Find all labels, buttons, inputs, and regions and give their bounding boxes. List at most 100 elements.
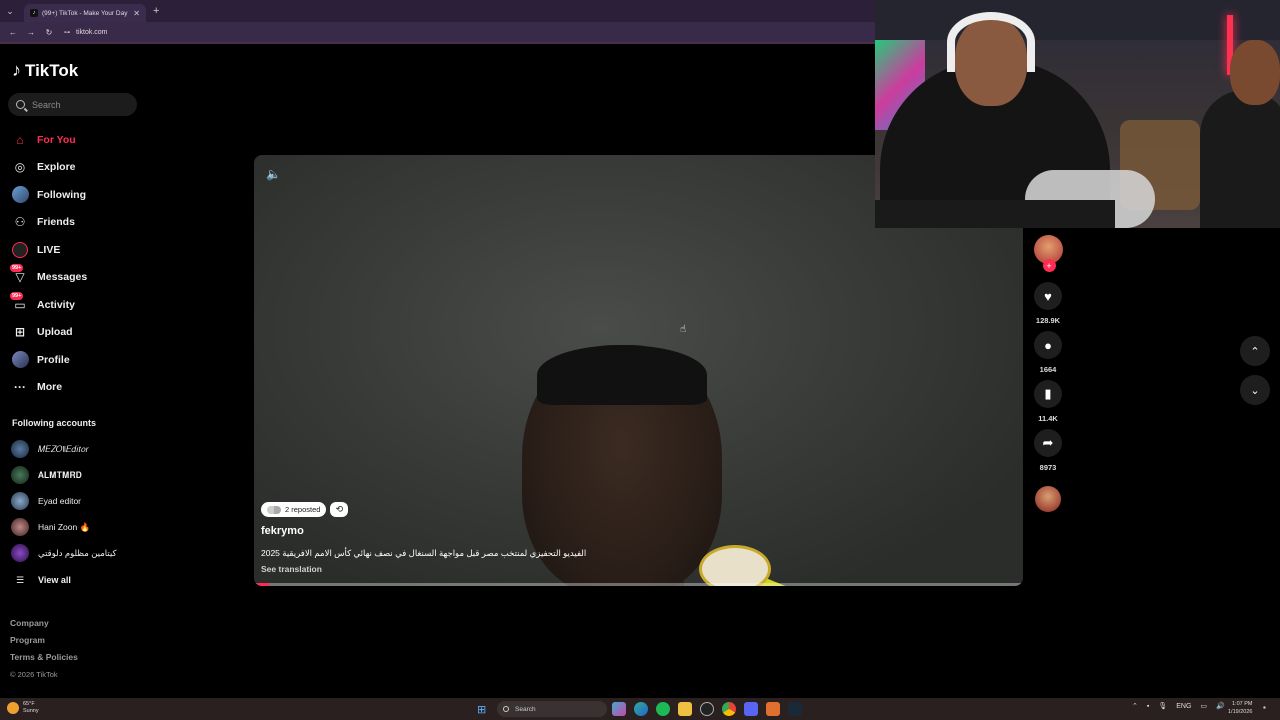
weather-widget[interactable]: 65°F Sunny	[7, 701, 39, 715]
reload-icon[interactable]: ↻	[40, 28, 58, 37]
reposted-badge[interactable]: 2 reposted	[261, 502, 327, 517]
footer-link-company[interactable]: Company	[10, 615, 78, 632]
sidebar-item-friends[interactable]: ⚇ Friends	[10, 209, 130, 237]
chevron-down-icon: ⌄	[1250, 384, 1260, 397]
list-item[interactable]: 𝑀𝐸𝑍𝑂‖𝐸𝑑𝑖𝑡𝑜𝑟	[11, 436, 117, 462]
messages-badge: 99+	[10, 264, 24, 273]
hand-cursor-icon: ☝	[680, 324, 687, 335]
speaker-icon[interactable]: 🔊	[1216, 702, 1225, 710]
save-button[interactable]: ▮	[1034, 380, 1062, 408]
sidebar-item-label: For You	[37, 133, 76, 146]
music-disc[interactable]	[1035, 486, 1061, 512]
comment-count: 1664	[1039, 365, 1057, 374]
search-input[interactable]: Search	[8, 93, 137, 116]
creator-avatar[interactable]: +	[1033, 235, 1063, 272]
app-icon[interactable]	[766, 702, 780, 716]
list-item[interactable]: 𝐀𝐋𝐌𝐓𝐌𝐑𝐃	[11, 462, 117, 488]
tiktok-favicon-icon: ♪	[30, 9, 38, 17]
sidebar-item-following[interactable]: Following	[10, 181, 130, 209]
close-tab-icon[interactable]: ✕	[133, 9, 140, 18]
see-translation-button[interactable]: See translation	[261, 564, 322, 574]
sidebar-item-for-you[interactable]: ⌂ For You	[10, 126, 130, 154]
list-item[interactable]: كيتامين مظلوم دلوقتي	[11, 540, 117, 566]
taskbar-search[interactable]: Search	[497, 701, 607, 717]
footer-link-terms[interactable]: Terms & Policies	[10, 649, 78, 666]
taskbar-clock[interactable]: 1:07 PM 1/19/2026	[1228, 701, 1252, 716]
save-count: 11.4K	[1038, 414, 1058, 423]
account-name: 𝑀𝐸𝑍𝑂‖𝐸𝑑𝑖𝑡𝑜𝑟	[38, 443, 89, 454]
avatar	[11, 492, 29, 510]
home-icon: ⌂	[16, 132, 24, 147]
avatar	[11, 518, 29, 536]
spotify-icon[interactable]	[656, 702, 670, 716]
list-item[interactable]: Hani Zoon 🔥	[11, 514, 117, 540]
forward-icon[interactable]: →	[22, 28, 40, 37]
webcam-shape	[875, 200, 1115, 228]
video-author[interactable]: fekrymo	[261, 525, 304, 537]
tray-app-icon[interactable]: ▪	[1147, 703, 1149, 710]
microphone-icon[interactable]: 🎙	[1158, 702, 1167, 710]
video-frame-shape	[699, 545, 771, 586]
live-icon	[10, 240, 30, 260]
avatar	[11, 544, 29, 562]
repost-row: 2 reposted ⟲	[261, 502, 349, 517]
logo-text: TikTok	[25, 60, 79, 80]
account-name: Hani Zoon 🔥	[38, 521, 91, 532]
share-icon: ➦	[1042, 435, 1054, 450]
chrome-icon[interactable]	[722, 702, 736, 716]
site-info-icon[interactable]: ⊶	[64, 29, 70, 36]
volume-icon[interactable]: 🔈	[266, 167, 281, 181]
sidebar-item-upload[interactable]: ⊞ Upload	[10, 319, 130, 347]
obs-icon[interactable]	[700, 702, 714, 716]
browser-tab[interactable]: ♪ (99+) TikTok - Make Your Day ✕	[24, 4, 146, 22]
account-name: كيتامين مظلوم دلوقتي	[38, 547, 117, 558]
video-progress-bar[interactable]	[254, 583, 1023, 586]
taskbar-search-label: Search	[515, 705, 536, 713]
language-indicator[interactable]: ENG	[1176, 703, 1191, 710]
network-icon[interactable]: ▭	[1200, 702, 1207, 710]
weather-condition: Sunny	[23, 708, 39, 714]
copilot-icon[interactable]	[612, 702, 626, 716]
following-accounts-title: Following accounts	[12, 418, 97, 428]
new-tab-button[interactable]: +	[153, 5, 159, 17]
sidebar-item-live[interactable]: LIVE	[10, 236, 130, 264]
repost-icon[interactable]: ⟲	[330, 502, 349, 517]
like-button[interactable]: ♥	[1034, 282, 1062, 310]
sidebar-item-label: Upload	[37, 326, 73, 339]
tiktok-note-icon: ♪	[12, 60, 21, 80]
follow-plus-icon[interactable]: +	[1042, 259, 1056, 272]
previous-video-button[interactable]: ⌃	[1240, 336, 1270, 366]
tab-search-icon[interactable]: ⌄	[2, 3, 18, 19]
account-name: Eyad editor	[38, 496, 81, 506]
steam-icon[interactable]	[788, 702, 802, 716]
next-video-button[interactable]: ⌄	[1240, 375, 1270, 405]
sidebar-item-activity[interactable]: ▭ 99+ Activity	[10, 291, 130, 319]
back-icon[interactable]: ←	[4, 28, 22, 37]
file-explorer-icon[interactable]	[678, 702, 692, 716]
edge-icon[interactable]	[634, 702, 648, 716]
comment-icon: ●	[1044, 337, 1052, 353]
footer-link-program[interactable]: Program	[10, 632, 78, 649]
notification-icon[interactable]: ▪	[1263, 703, 1266, 712]
upload-icon: ⊞	[14, 325, 26, 340]
sidebar-item-explore[interactable]: ◎ Explore	[10, 154, 130, 182]
bookmark-icon: ▮	[1044, 386, 1052, 401]
clock-date: 1/19/2026	[1228, 708, 1253, 715]
list-icon: ☰	[15, 574, 25, 585]
share-button[interactable]: ➦	[1034, 429, 1062, 457]
url-field[interactable]: ⊶ tiktok.com	[64, 29, 108, 36]
list-item[interactable]: Eyad editor	[11, 488, 117, 514]
comment-button[interactable]: ●	[1034, 331, 1062, 359]
more-icon: ···	[14, 380, 26, 395]
webcam-shape	[1230, 40, 1280, 105]
profile-icon	[10, 350, 30, 370]
windows-start-icon[interactable]: ⊞	[477, 703, 486, 716]
chevron-up-icon[interactable]: ⌃	[1132, 702, 1138, 710]
discord-icon[interactable]	[744, 702, 758, 716]
sidebar-item-messages[interactable]: ▽ 99+ Messages	[10, 264, 130, 292]
tiktok-logo[interactable]: ♪ TikTok	[12, 60, 78, 81]
action-rail: + ♥ 128.9K ● 1664 ▮ 11.4K ➦ 8973	[1033, 235, 1063, 512]
sidebar-item-more[interactable]: ··· More	[10, 374, 130, 402]
sidebar-item-profile[interactable]: Profile	[10, 346, 130, 374]
view-all-button[interactable]: ☰ View all	[11, 566, 117, 594]
